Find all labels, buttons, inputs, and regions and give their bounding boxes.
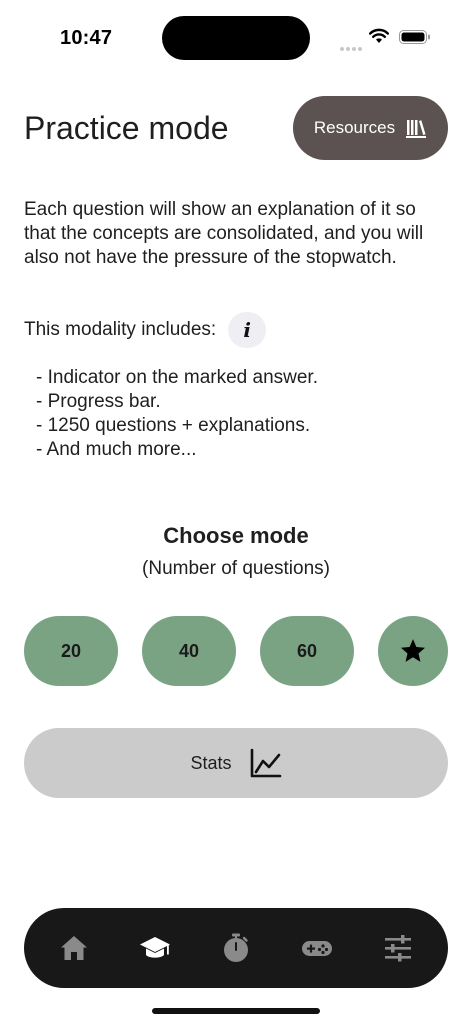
- includes-label: This modality includes:: [24, 319, 217, 340]
- mode-label: 20: [60, 640, 82, 661]
- battery-icon: [399, 30, 430, 44]
- stats-button[interactable]: Stats: [24, 728, 448, 798]
- mode-label: 40: [178, 640, 200, 661]
- tab-games[interactable]: [287, 918, 347, 978]
- gamepad-icon: [301, 941, 332, 956]
- status-bar: 10:47: [0, 0, 472, 78]
- line-chart-icon: [250, 748, 281, 778]
- tab-settings[interactable]: [368, 918, 428, 978]
- page-title: Practice mode: [24, 110, 229, 146]
- mode-40-button[interactable]: 40: [142, 616, 236, 686]
- mode-20-button[interactable]: 20: [24, 616, 118, 686]
- feature-list: - Indicator on the marked answer. - Prog…: [36, 366, 318, 462]
- books-icon: [406, 120, 427, 138]
- status-time: 10:47: [60, 27, 113, 49]
- mode-label: 60: [296, 640, 318, 661]
- home-icon: [61, 936, 88, 960]
- signal-icon: [340, 38, 366, 51]
- home-indicator: [152, 1008, 320, 1014]
- sliders-icon: [384, 935, 411, 962]
- dynamic-island: [162, 16, 310, 60]
- info-icon: i: [243, 318, 251, 342]
- stopwatch-icon: [223, 933, 248, 962]
- resources-button[interactable]: Resources: [293, 96, 448, 160]
- feature-item: - And much more...: [36, 439, 197, 460]
- mode-60-button[interactable]: 60: [260, 616, 354, 686]
- resources-label: Resources: [313, 118, 396, 137]
- bottom-tab-bar: [24, 908, 448, 988]
- feature-item: - Progress bar.: [36, 391, 161, 412]
- choose-mode-subtitle: (Number of questions): [142, 558, 330, 579]
- info-button[interactable]: i: [228, 312, 267, 348]
- star-icon: [400, 639, 426, 662]
- tab-exam[interactable]: [206, 918, 266, 978]
- feature-item: - 1250 questions + explanations.: [36, 415, 311, 436]
- graduation-cap-icon: [140, 937, 171, 958]
- wifi-icon: [369, 28, 389, 43]
- mode-description: Each question will show an explanation o…: [24, 199, 424, 268]
- stats-label: Stats: [190, 752, 232, 773]
- includes-row: This modality includes: i: [24, 312, 267, 348]
- tab-home[interactable]: [44, 918, 104, 978]
- feature-item: - Indicator on the marked answer.: [36, 367, 318, 388]
- favorites-mode-button[interactable]: [378, 616, 448, 686]
- choose-mode-title: Choose mode: [163, 523, 309, 548]
- tab-practice[interactable]: [125, 918, 185, 978]
